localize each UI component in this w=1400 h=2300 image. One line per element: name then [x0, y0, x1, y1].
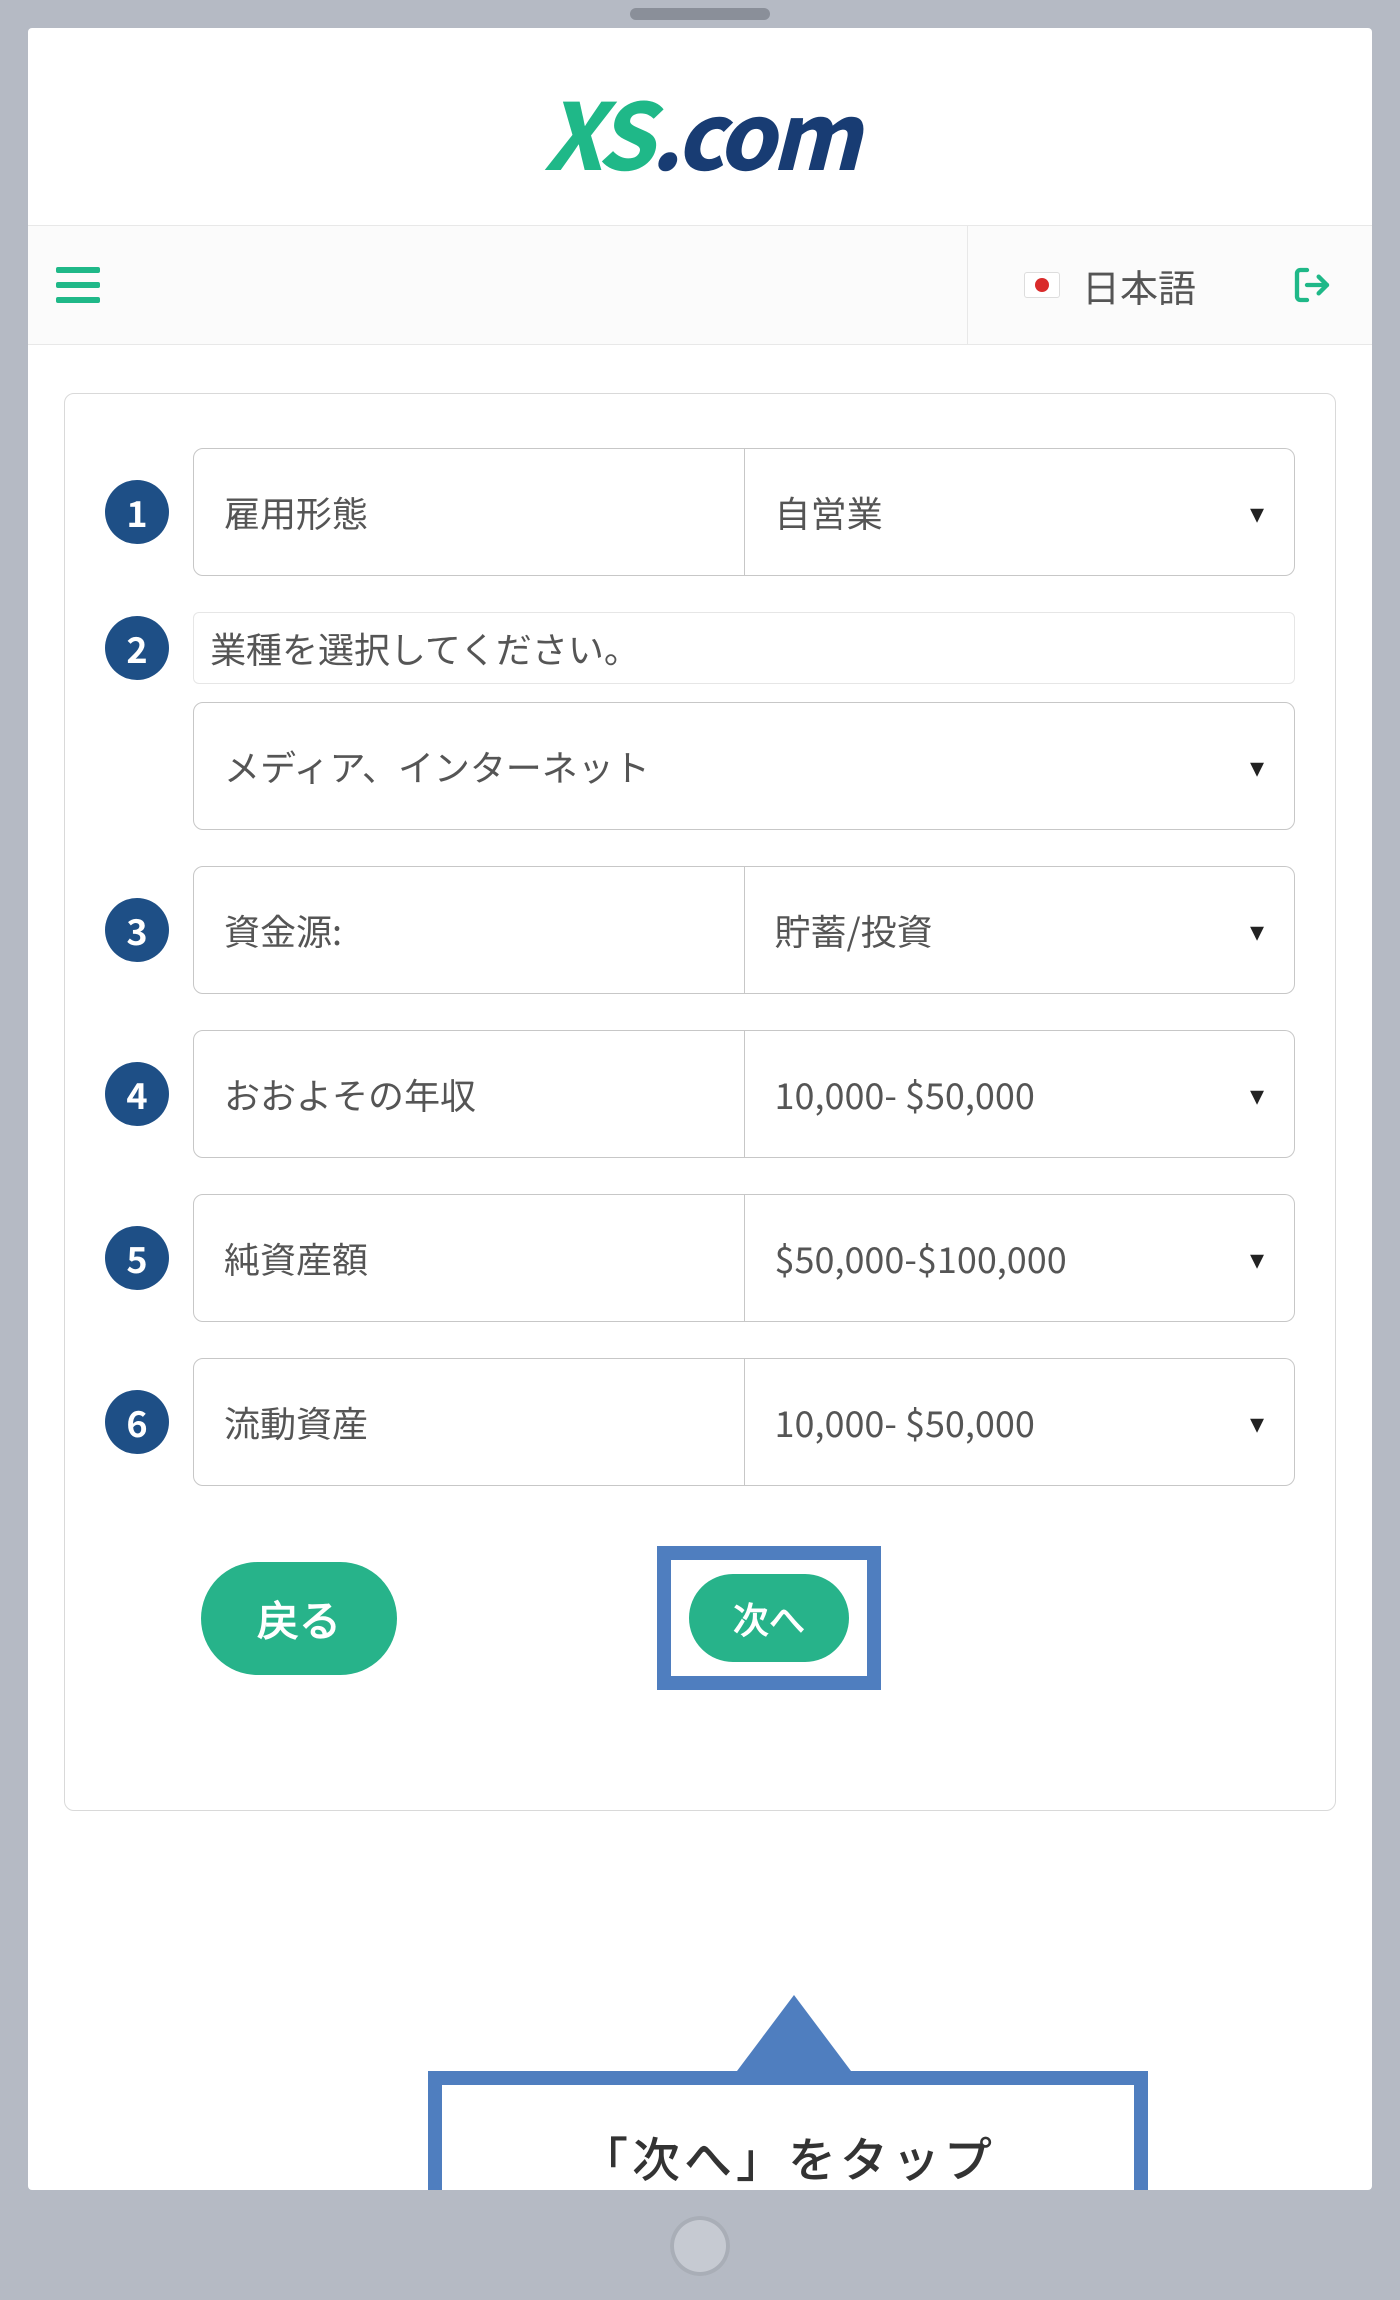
field-label-employment: 雇用形態 [193, 448, 745, 576]
chevron-down-icon: ▾ [1250, 910, 1264, 950]
step-badge: 1 [105, 480, 169, 544]
select-value: 10,000- $50,000 [775, 1396, 1035, 1448]
brand-logo: XS.com [543, 64, 856, 197]
button-row: 戻る 次へ [105, 1546, 1295, 1690]
select-value: 自営業 [775, 486, 883, 538]
logo-part-xs: XS [543, 64, 650, 197]
callout-arrow-icon [734, 1995, 854, 2075]
form-row: 6 流動資産 10,000- $50,000 ▾ [105, 1358, 1295, 1486]
form-row: 5 純資産額 $50,000-$100,000 ▾ [105, 1194, 1295, 1322]
select-net-worth[interactable]: $50,000-$100,000 ▾ [745, 1194, 1296, 1322]
language-selector[interactable]: 日本語 [967, 226, 1252, 344]
logo-part-dotcom: .com [650, 64, 856, 197]
field-label-annual-income: おおよその年収 [193, 1030, 745, 1158]
field-pair: 資金源: 貯蓄/投資 ▾ [193, 866, 1295, 994]
next-button[interactable]: 次へ [689, 1574, 849, 1662]
app-screen: XS.com 日本語 [28, 28, 1372, 2190]
tablet-frame: XS.com 日本語 [0, 0, 1400, 2300]
form-row: 2 業種を選択してください。 [105, 612, 1295, 684]
select-industry[interactable]: メディア、インターネット ▾ [193, 702, 1295, 830]
field-label-net-worth: 純資産額 [193, 1194, 745, 1322]
form-row: 3 資金源: 貯蓄/投資 ▾ [105, 866, 1295, 994]
menu-icon[interactable] [56, 267, 100, 303]
select-value: $50,000-$100,000 [775, 1232, 1067, 1284]
step-badge: 6 [105, 1390, 169, 1454]
language-label: 日本語 [1082, 258, 1196, 313]
back-button[interactable]: 戻る [201, 1562, 397, 1675]
field-label-funds-source: 資金源: [193, 866, 745, 994]
tablet-home-button[interactable] [670, 2216, 730, 2276]
field-pair: 純資産額 $50,000-$100,000 ▾ [193, 1194, 1295, 1322]
field-label-liquid-assets: 流動資産 [193, 1358, 745, 1486]
select-value: メディア、インターネット [224, 740, 650, 792]
select-employment[interactable]: 自営業 ▾ [745, 448, 1296, 576]
step-badge: 3 [105, 898, 169, 962]
field-label-industry: 業種を選択してください。 [193, 612, 1295, 684]
next-highlight-frame: 次へ [657, 1546, 881, 1690]
topbar-left [28, 226, 967, 344]
chevron-down-icon: ▾ [1250, 1074, 1264, 1114]
step-badge: 2 [105, 616, 169, 680]
chevron-down-icon: ▾ [1250, 1402, 1264, 1442]
chevron-down-icon: ▾ [1250, 1238, 1264, 1278]
select-liquid-assets[interactable]: 10,000- $50,000 ▾ [745, 1358, 1296, 1486]
flag-jp-icon [1024, 272, 1060, 298]
topbar-right [1252, 226, 1372, 344]
field-pair: 流動資産 10,000- $50,000 ▾ [193, 1358, 1295, 1486]
select-value: 貯蓄/投資 [775, 904, 933, 956]
content-area: 1 雇用形態 自営業 ▾ 2 業種を選択してください。 メディア、インタ [28, 345, 1372, 2190]
topbar: 日本語 [28, 225, 1372, 345]
logo-row: XS.com [28, 28, 1372, 225]
logout-icon[interactable] [1292, 265, 1332, 305]
form-row: 4 おおよその年収 10,000- $50,000 ▾ [105, 1030, 1295, 1158]
chevron-down-icon: ▾ [1250, 746, 1264, 786]
step-badge: 5 [105, 1226, 169, 1290]
step-badge: 4 [105, 1062, 169, 1126]
tablet-notch [630, 8, 770, 20]
callout-box: 「次へ」をタップ [428, 2071, 1148, 2190]
callout-text: 「次へ」をタップ [580, 2121, 996, 2190]
chevron-down-icon: ▾ [1250, 492, 1264, 532]
form-row: 1 雇用形態 自営業 ▾ [105, 448, 1295, 576]
select-annual-income[interactable]: 10,000- $50,000 ▾ [745, 1030, 1296, 1158]
field-pair: おおよその年収 10,000- $50,000 ▾ [193, 1030, 1295, 1158]
form-card: 1 雇用形態 自営業 ▾ 2 業種を選択してください。 メディア、インタ [64, 393, 1336, 1811]
field-pair: 雇用形態 自営業 ▾ [193, 448, 1295, 576]
select-funds-source[interactable]: 貯蓄/投資 ▾ [745, 866, 1296, 994]
select-value: 10,000- $50,000 [775, 1068, 1035, 1120]
